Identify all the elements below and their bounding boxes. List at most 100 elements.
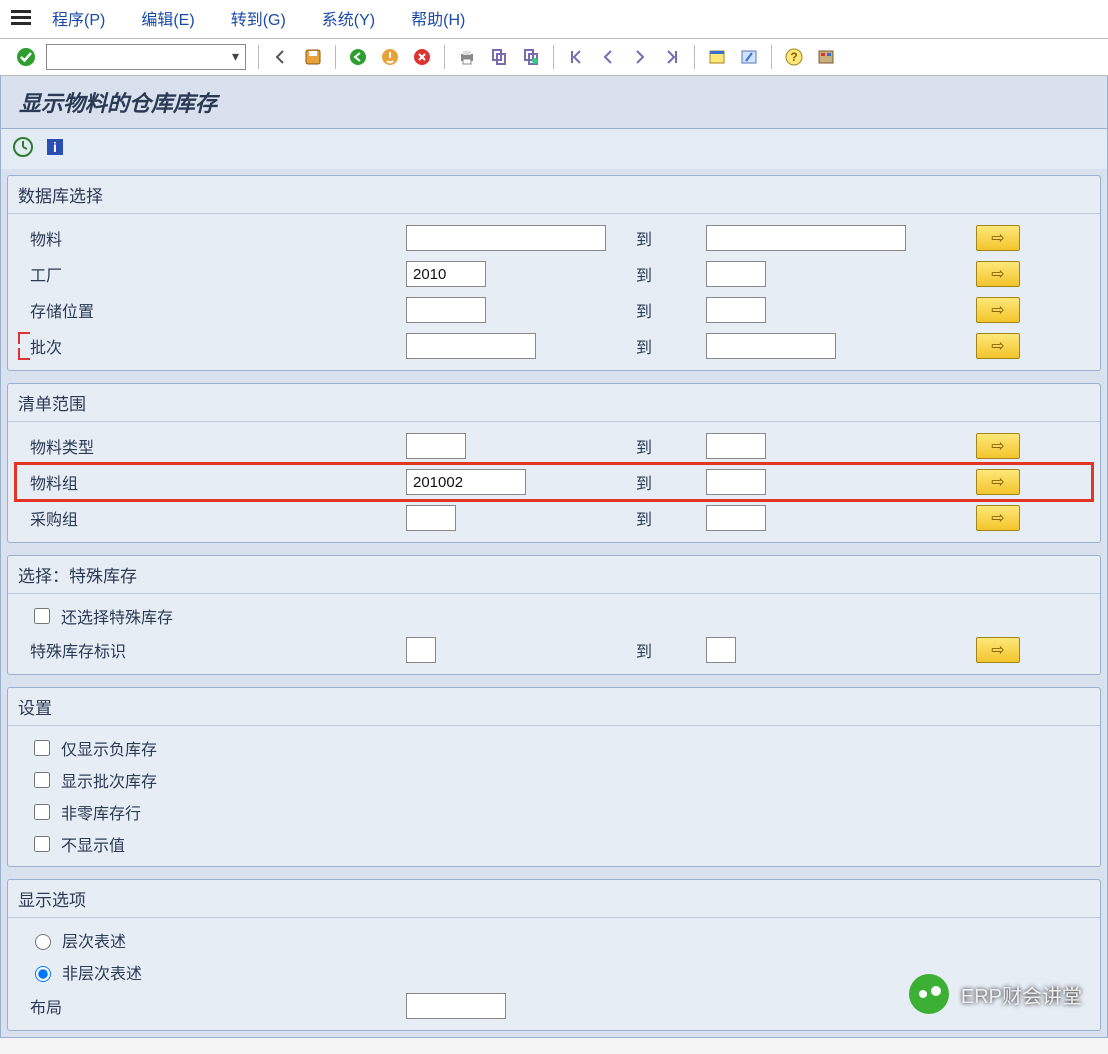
label-negative-only: 仅显示负库存 <box>61 736 157 760</box>
menu-help[interactable]: 帮助(H) <box>411 6 465 30</box>
checkbox-show-batch[interactable] <box>34 772 50 788</box>
first-page-icon[interactable] <box>562 43 590 71</box>
input-batch-to[interactable] <box>706 333 836 359</box>
prev-page-icon[interactable] <box>594 43 622 71</box>
help-icon[interactable]: ? <box>780 43 808 71</box>
input-plant-to[interactable] <box>706 261 766 287</box>
cancel-icon[interactable] <box>408 43 436 71</box>
check-nonzero: 非零库存行 <box>16 796 1092 828</box>
input-pur-group-from[interactable] <box>406 505 456 531</box>
input-storage-to[interactable] <box>706 297 766 323</box>
label-to: 到 <box>636 226 706 250</box>
nav-back-icon[interactable] <box>344 43 372 71</box>
input-mat-type-to[interactable] <box>706 433 766 459</box>
multi-select-button[interactable]: ⇨ <box>976 225 1020 251</box>
watermark: ERP财会讲堂 <box>909 974 1082 1014</box>
menu-goto[interactable]: 转到(G) <box>231 6 286 30</box>
svg-text:?: ? <box>790 50 797 64</box>
back-icon[interactable] <box>267 43 295 71</box>
radio-non-hierarchical-input[interactable] <box>35 966 51 982</box>
label-show-batch: 显示批次库存 <box>61 768 157 792</box>
print-icon[interactable] <box>453 43 481 71</box>
customize-local-layout-icon[interactable] <box>812 43 840 71</box>
ok-icon[interactable] <box>12 43 40 71</box>
label-mat-group: 物料组 <box>16 470 406 494</box>
menubar: 程序(P) 编辑(E) 转到(G) 系统(Y) 帮助(H) <box>0 0 1108 39</box>
input-pur-group-to[interactable] <box>706 505 766 531</box>
label-storage: 存储位置 <box>16 298 406 322</box>
find-next-icon[interactable] <box>517 43 545 71</box>
label-no-value: 不显示值 <box>61 832 125 856</box>
execute-icon[interactable] <box>11 135 35 159</box>
input-storage-from[interactable] <box>406 297 486 323</box>
menu-system[interactable]: 系统(Y) <box>322 6 375 30</box>
input-material-to[interactable] <box>706 225 906 251</box>
app-toolbar: i <box>0 129 1108 169</box>
checkbox-nonzero[interactable] <box>34 804 50 820</box>
next-page-icon[interactable] <box>626 43 654 71</box>
label-to: 到 <box>636 470 706 494</box>
last-page-icon[interactable] <box>658 43 686 71</box>
label-to: 到 <box>636 262 706 286</box>
info-icon[interactable]: i <box>43 135 67 159</box>
multi-select-button[interactable]: ⇨ <box>976 261 1020 287</box>
row-mat-group: 物料组 到 ⇨ <box>16 464 1092 500</box>
find-icon[interactable] <box>485 43 513 71</box>
toolbar-separator <box>258 45 259 69</box>
input-batch-from[interactable] <box>406 333 536 359</box>
menu-program[interactable]: 程序(P) <box>52 6 105 30</box>
row-material: 物料 到 ⇨ <box>16 220 1092 256</box>
input-material-from[interactable] <box>406 225 606 251</box>
check-show-batch: 显示批次库存 <box>16 764 1092 796</box>
row-batch: 批次 到 ⇨ <box>16 328 1092 364</box>
label-to: 到 <box>636 334 706 358</box>
label-non-hierarchical: 非层次表述 <box>62 960 142 984</box>
input-plant-from[interactable] <box>406 261 486 287</box>
checkbox-also-select-special[interactable] <box>34 608 50 624</box>
group-settings: 设置 仅显示负库存 显示批次库存 非零库存行 不显示值 <box>7 687 1101 867</box>
menu-icon[interactable] <box>10 9 32 27</box>
label-special-indicator: 特殊库存标识 <box>16 638 406 662</box>
page-title: 显示物料的仓库库存 <box>0 76 1108 129</box>
label-mat-type: 物料类型 <box>16 434 406 458</box>
multi-select-button[interactable]: ⇨ <box>976 333 1020 359</box>
row-plant: 工厂 到 ⇨ <box>16 256 1092 292</box>
toolbar-separator <box>694 45 695 69</box>
label-hierarchical: 层次表述 <box>62 928 126 952</box>
menu-edit[interactable]: 编辑(E) <box>141 6 194 30</box>
new-session-icon[interactable] <box>703 43 731 71</box>
input-special-indicator-to[interactable] <box>706 637 736 663</box>
row-pur-group: 采购组 到 ⇨ <box>16 500 1092 536</box>
checkbox-negative-only[interactable] <box>34 740 50 756</box>
row-mat-type: 物料类型 到 ⇨ <box>16 428 1092 464</box>
group-title-special-stock: 选择：特殊库存 <box>8 556 1100 594</box>
multi-select-button[interactable]: ⇨ <box>976 637 1020 663</box>
label-nonzero: 非零库存行 <box>61 800 141 824</box>
radio-hierarchical: 层次表述 <box>16 924 1092 956</box>
multi-select-button[interactable]: ⇨ <box>976 433 1020 459</box>
command-field[interactable] <box>46 44 246 70</box>
group-title-display-options: 显示选项 <box>8 880 1100 918</box>
watermark-text: ERP财会讲堂 <box>961 980 1082 1009</box>
group-title-db-select: 数据库选择 <box>8 176 1100 214</box>
label-layout: 布局 <box>16 994 406 1018</box>
create-shortcut-icon[interactable] <box>735 43 763 71</box>
label-batch: 批次 <box>16 334 406 358</box>
exit-icon[interactable] <box>376 43 404 71</box>
toolbar-separator <box>553 45 554 69</box>
multi-select-button[interactable]: ⇨ <box>976 505 1020 531</box>
toolbar: ? <box>0 39 1108 76</box>
multi-select-button[interactable]: ⇨ <box>976 297 1020 323</box>
input-mat-group-to[interactable] <box>706 469 766 495</box>
label-material: 物料 <box>16 226 406 250</box>
input-mat-type-from[interactable] <box>406 433 466 459</box>
row-special-indicator: 特殊库存标识 到 ⇨ <box>16 632 1092 668</box>
save-icon[interactable] <box>299 43 327 71</box>
multi-select-button[interactable]: ⇨ <box>976 469 1020 495</box>
input-special-indicator-from[interactable] <box>406 637 436 663</box>
input-mat-group-from[interactable] <box>406 469 526 495</box>
radio-hierarchical-input[interactable] <box>35 934 51 950</box>
input-layout[interactable] <box>406 993 506 1019</box>
svg-text:i: i <box>53 139 57 155</box>
checkbox-no-value[interactable] <box>34 836 50 852</box>
